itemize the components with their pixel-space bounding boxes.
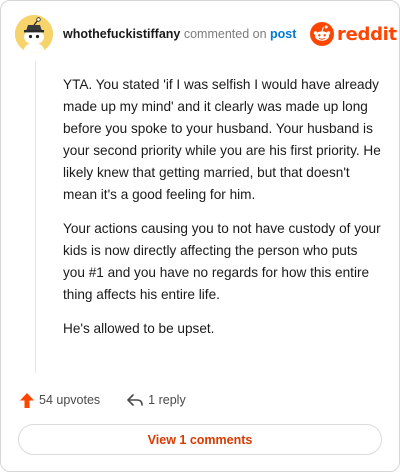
upvote-button[interactable]: 54 upvotes	[19, 392, 100, 409]
upvote-count: 54 upvotes	[39, 393, 101, 407]
comment-actions: 54 upvotes 1 reply	[19, 390, 186, 410]
user-avatar[interactable]	[15, 15, 53, 53]
comment-header: whothefuckistiffany commented on post	[63, 27, 296, 41]
snoo-avatar-icon	[15, 15, 53, 53]
reply-arrow-icon	[127, 394, 143, 406]
comment-body: YTA. You stated 'if I was selfish I woul…	[63, 74, 383, 352]
reddit-brand[interactable]: reddit	[310, 21, 397, 47]
comment-card: whothefuckistiffany commented on post re…	[0, 0, 400, 472]
thread-line[interactable]	[35, 61, 36, 373]
comment-paragraph: Your actions causing you to not have cus…	[63, 221, 381, 302]
username-link[interactable]: whothefuckistiffany	[63, 27, 180, 41]
reddit-wordmark: reddit	[337, 23, 397, 45]
view-comments-button[interactable]: View 1 comments	[18, 424, 382, 455]
comment-paragraph: He's allowed to be upset.	[63, 321, 215, 336]
commented-on-text: commented on	[183, 27, 267, 41]
post-link[interactable]: post	[270, 27, 296, 41]
comment-paragraph: YTA. You stated 'if I was selfish I woul…	[63, 77, 381, 202]
reddit-alien-icon	[310, 22, 334, 46]
upvote-arrow-icon	[20, 392, 34, 408]
reply-button[interactable]: 1 reply	[126, 392, 186, 408]
reply-count: 1 reply	[148, 393, 186, 407]
